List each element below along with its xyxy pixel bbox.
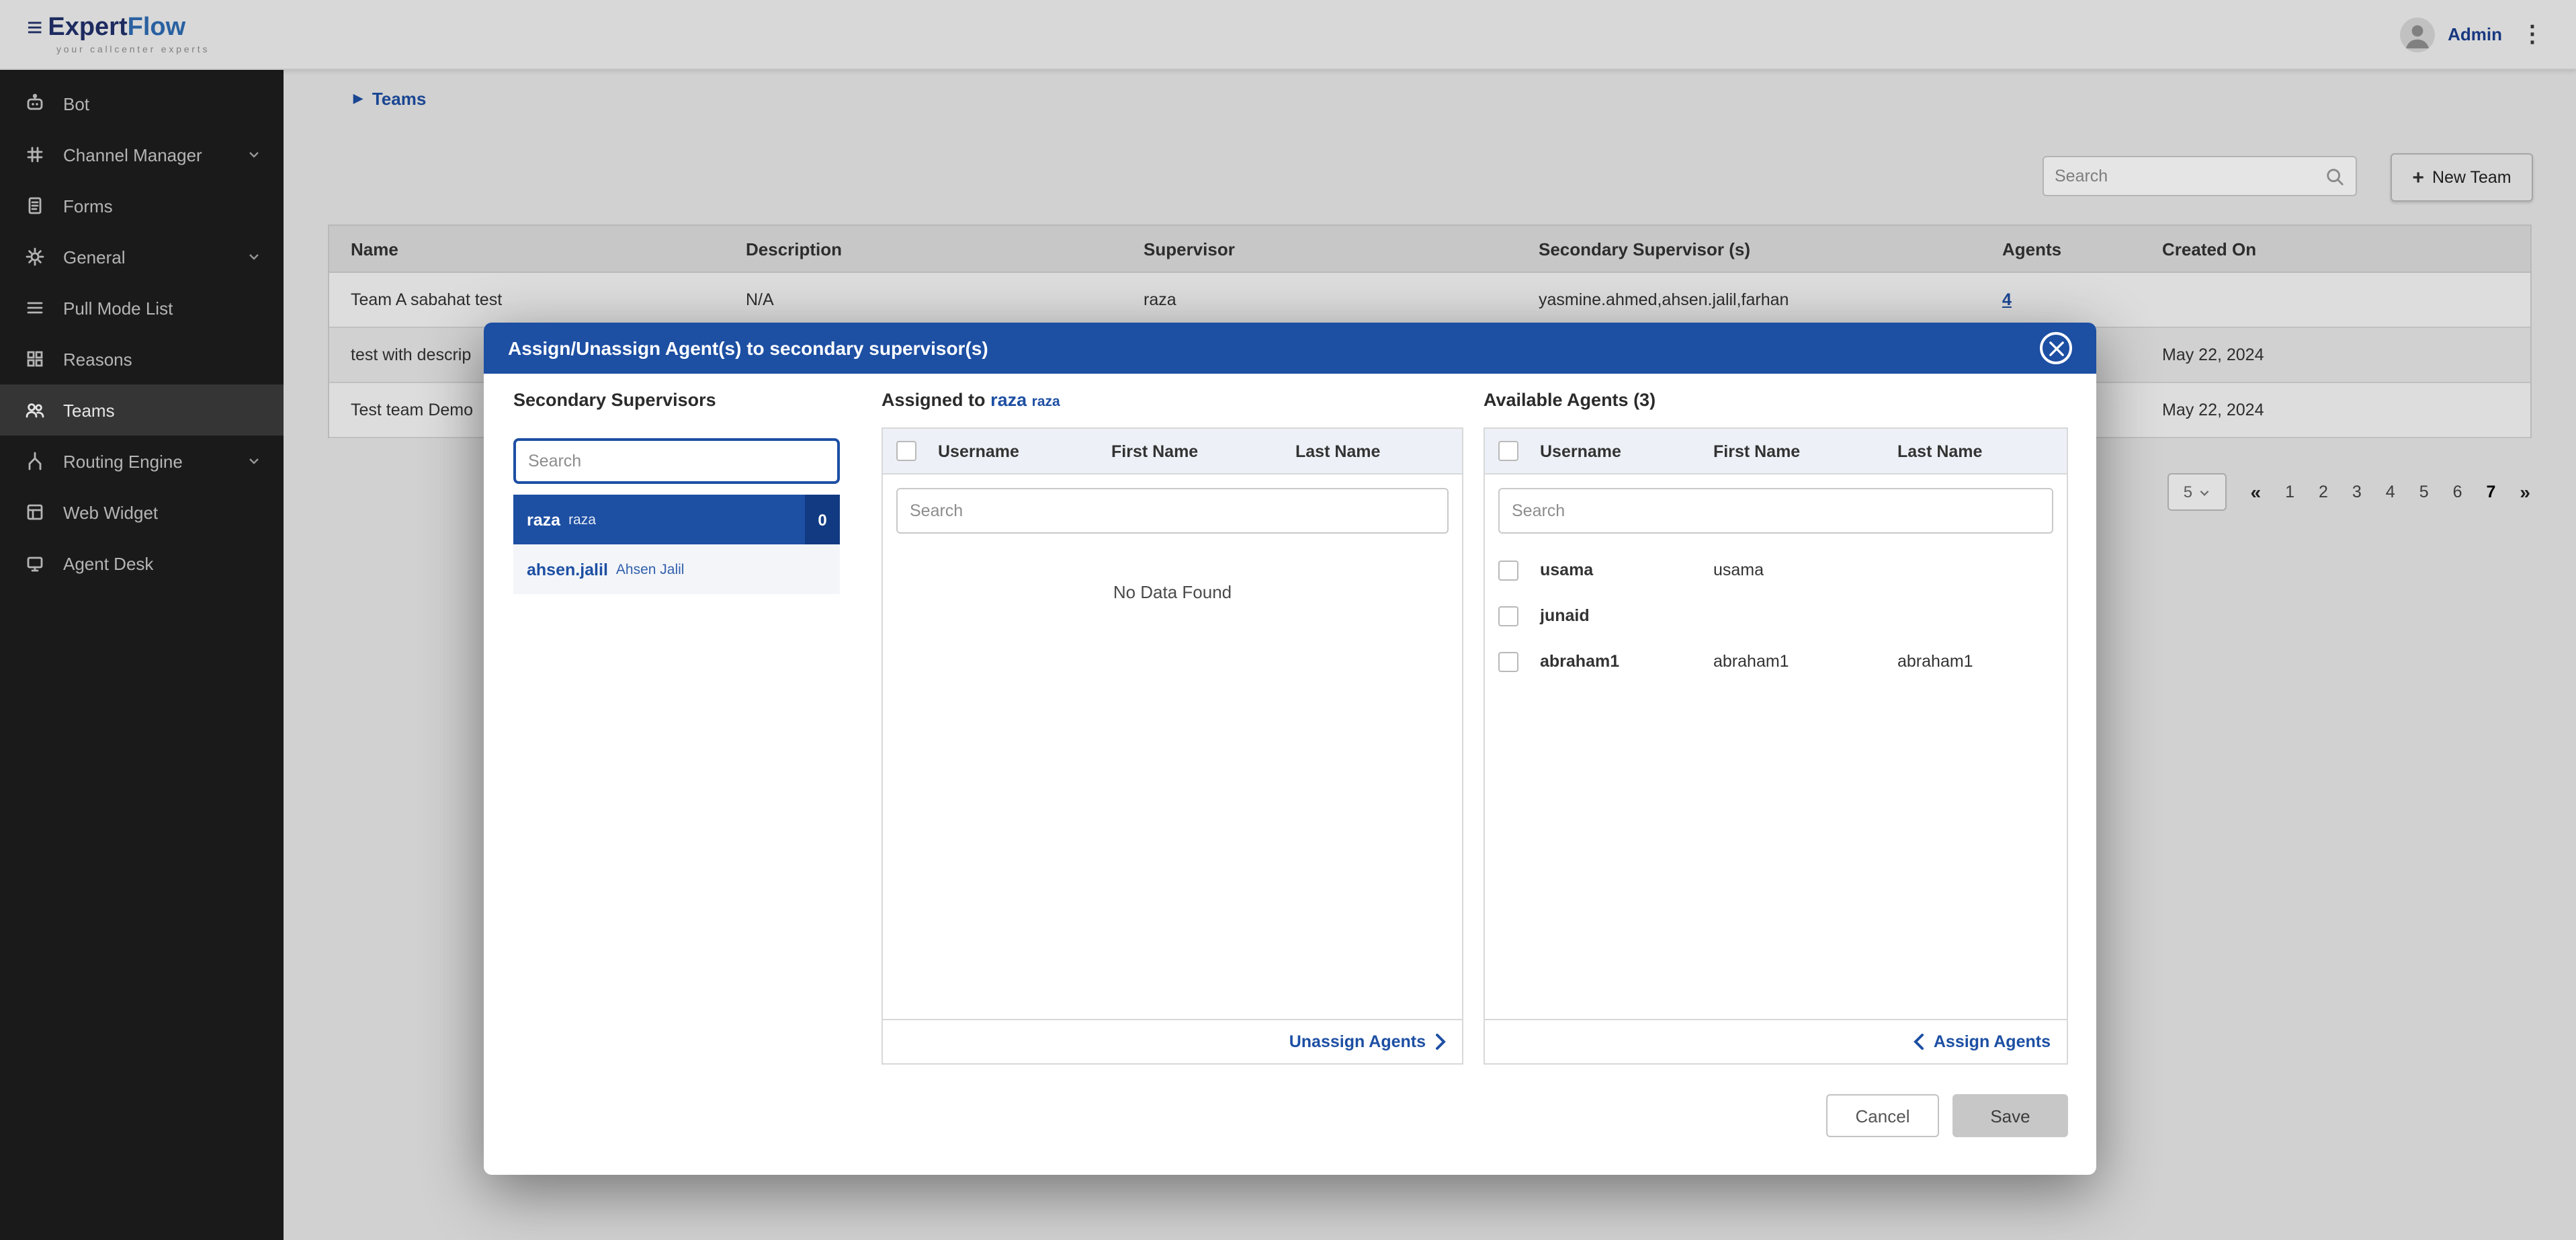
close-icon (2049, 341, 2063, 356)
unassign-agents-button[interactable]: Unassign Agents (1289, 1032, 1446, 1051)
assign-agents-button[interactable]: Assign Agents (1914, 1032, 2051, 1051)
assigned-list: No Data Found (883, 547, 1462, 1019)
available-header-row: Username First Name Last Name (1485, 429, 2067, 474)
agent-row-junaid[interactable]: junaid (1485, 593, 2067, 638)
select-all-checkbox[interactable] (1498, 441, 1518, 461)
row-checkbox[interactable] (1498, 606, 1518, 626)
modal-header: Assign/Unassign Agent(s) to secondary su… (484, 323, 2096, 374)
agent-username: junaid (1540, 606, 1713, 625)
modal-actions: Cancel Save (1826, 1094, 2068, 1137)
available-list: usama usama junaid abraham1 abraham1 (1485, 547, 2067, 1019)
col-last-name: Last Name (1295, 442, 1462, 460)
agent-username: abraham1 (1540, 652, 1713, 671)
no-data-text: No Data Found (883, 582, 1462, 602)
col-first-name: First Name (1713, 442, 1897, 460)
row-checkbox[interactable] (1498, 560, 1518, 580)
modal-title: Assign/Unassign Agent(s) to secondary su… (508, 337, 988, 359)
assigned-title: Assigned to raza raza (882, 390, 1060, 410)
available-search (1485, 474, 2067, 547)
supervisor-username: raza (527, 510, 560, 529)
modal-body: Secondary Supervisors Assigned to raza r… (484, 374, 2096, 1175)
available-agents-box: Username First Name Last Name usama usam… (1484, 427, 2068, 1065)
supervisor-search (513, 438, 840, 484)
assigned-count-badge: 0 (805, 495, 840, 544)
supervisor-fullname: Ahsen Jalil (616, 561, 685, 577)
supervisor-item-raza[interactable]: raza raza 0 (513, 495, 840, 544)
unassign-agents-label: Unassign Agents (1289, 1032, 1426, 1051)
close-button[interactable] (2040, 332, 2072, 364)
assigned-supervisor-username: raza (990, 390, 1027, 410)
assigned-header-row: Username First Name Last Name (883, 429, 1462, 474)
row-checkbox[interactable] (1498, 651, 1518, 671)
col-username: Username (938, 442, 1111, 460)
assigned-agents-box: Username First Name Last Name No Data Fo… (882, 427, 1463, 1065)
col-username: Username (1540, 442, 1713, 460)
agent-first-name: abraham1 (1713, 652, 1897, 671)
chevron-left-icon (1914, 1034, 1924, 1050)
agent-first-name: usama (1713, 561, 1897, 579)
available-agents-title: Available Agents (3) (1484, 390, 1656, 410)
available-footer: Assign Agents (1485, 1019, 2067, 1063)
chevron-right-icon (1435, 1034, 1446, 1050)
assigned-search (883, 474, 1462, 547)
available-search-input[interactable] (1498, 488, 2053, 534)
supervisors-title: Secondary Supervisors (513, 390, 716, 410)
agent-last-name: abraham1 (1897, 652, 2067, 671)
assigned-title-prefix: Assigned to (882, 390, 986, 410)
assigned-supervisor-name: raza (1032, 394, 1060, 410)
agent-username: usama (1540, 561, 1713, 579)
supervisor-search-input[interactable] (516, 452, 837, 470)
cancel-button[interactable]: Cancel (1826, 1094, 1939, 1137)
supervisor-fullname: raza (568, 511, 596, 528)
select-all-checkbox[interactable] (896, 441, 916, 461)
agent-row-abraham1[interactable]: abraham1 abraham1 abraham1 (1485, 638, 2067, 684)
app-root: ≡ ExpertFlow your callcenter experts Adm… (0, 0, 2576, 1240)
supervisor-item-ahsen-jalil[interactable]: ahsen.jalil Ahsen Jalil (513, 544, 840, 594)
assign-agents-label: Assign Agents (1934, 1032, 2051, 1051)
col-last-name: Last Name (1897, 442, 2067, 460)
agent-row-usama[interactable]: usama usama (1485, 547, 2067, 593)
col-first-name: First Name (1111, 442, 1295, 460)
assigned-search-input[interactable] (896, 488, 1449, 534)
supervisor-username: ahsen.jalil (527, 560, 608, 579)
save-button[interactable]: Save (1952, 1094, 2068, 1137)
assigned-footer: Unassign Agents (883, 1019, 1462, 1063)
assign-agents-modal: Assign/Unassign Agent(s) to secondary su… (484, 323, 2096, 1175)
